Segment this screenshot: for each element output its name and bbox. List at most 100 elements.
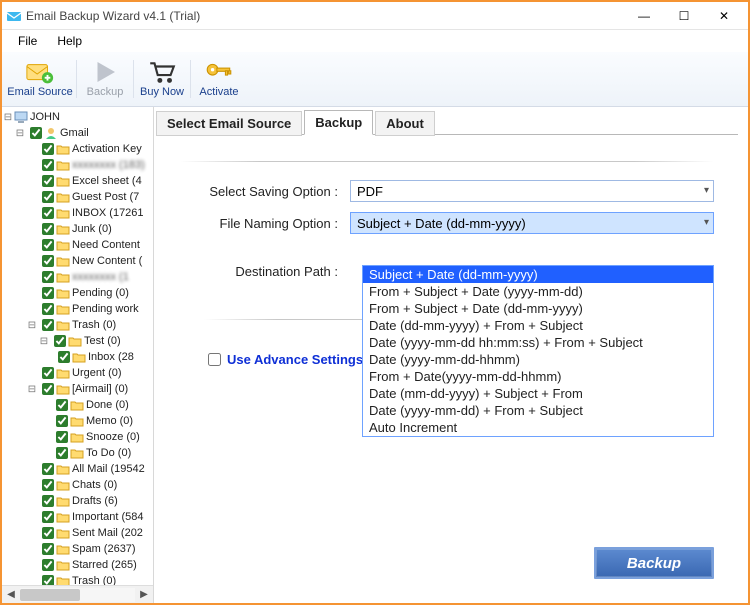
tree-item[interactable]: Memo (0) — [2, 413, 153, 429]
minimize-button[interactable]: — — [624, 3, 664, 29]
menu-file[interactable]: File — [8, 32, 47, 50]
tree-item[interactable]: Drafts (6) — [2, 493, 153, 509]
file-naming-option[interactable]: Auto Increment — [363, 419, 713, 436]
file-naming-option[interactable]: From + Date(yyyy-mm-dd-hhmm) — [363, 368, 713, 385]
file-naming-option[interactable]: From + Subject + Date (dd-mm-yyyy) — [363, 300, 713, 317]
menu-help[interactable]: Help — [47, 32, 92, 50]
file-naming-dropdown[interactable]: Subject + Date (dd-mm-yyyy)From + Subjec… — [362, 265, 714, 437]
tab-backup[interactable]: Backup — [304, 110, 373, 135]
tree-checkbox[interactable] — [42, 191, 54, 203]
tree-checkbox[interactable] — [42, 511, 54, 523]
tree-item[interactable]: Trash (0) — [2, 573, 153, 585]
saving-option-select[interactable]: PDF ▾ — [350, 180, 714, 202]
tree-checkbox[interactable] — [42, 239, 54, 251]
tree-checkbox[interactable] — [42, 319, 54, 331]
collapse-icon[interactable]: ⊟ — [14, 128, 26, 139]
tab-about[interactable]: About — [375, 111, 435, 136]
tree-item[interactable]: Inbox (28 — [2, 349, 153, 365]
file-naming-option[interactable]: Subject + Date (dd-mm-yyyy) — [363, 266, 713, 283]
tree-checkbox[interactable] — [42, 207, 54, 219]
tree-item[interactable]: New Content ( — [2, 253, 153, 269]
tree-checkbox[interactable] — [42, 479, 54, 491]
tree-item[interactable]: Snooze (0) — [2, 429, 153, 445]
tree-checkbox[interactable] — [42, 255, 54, 267]
file-naming-option[interactable]: Date (yyyy-mm-dd hh:mm:ss) + From + Subj… — [363, 334, 713, 351]
tree-checkbox[interactable] — [56, 431, 68, 443]
tree-item[interactable]: Excel sheet (4 — [2, 173, 153, 189]
tree-item[interactable]: ⊟ [Airmail] (0) — [2, 381, 153, 397]
tree-item[interactable]: Junk (0) — [2, 221, 153, 237]
play-icon — [90, 58, 120, 86]
collapse-icon[interactable]: ⊟ — [2, 112, 14, 123]
tree-item[interactable]: Pending (0) — [2, 285, 153, 301]
toolbar-buy-now[interactable]: Buy Now — [134, 56, 190, 102]
tree-checkbox[interactable] — [42, 223, 54, 235]
file-naming-option[interactable]: Date (yyyy-mm-dd) + From + Subject — [363, 402, 713, 419]
maximize-button[interactable]: ☐ — [664, 3, 704, 29]
tree-item[interactable]: Chats (0) — [2, 477, 153, 493]
tree-checkbox[interactable] — [42, 575, 54, 585]
tree-item[interactable]: xxxxxxxx (183) — [2, 157, 153, 173]
tabs: Select Email Source Backup About — [156, 109, 738, 134]
scroll-track[interactable] — [20, 588, 135, 602]
folder-tree[interactable]: ⊟ JOHN ⊟ Gmail Activation Keyxxxxxxxx (1… — [2, 107, 153, 585]
tree-item[interactable]: Pending work — [2, 301, 153, 317]
tree-item[interactable]: Urgent (0) — [2, 365, 153, 381]
tree-checkbox[interactable] — [30, 127, 42, 139]
tree-item[interactable]: All Mail (19542 — [2, 461, 153, 477]
collapse-icon[interactable]: ⊟ — [26, 384, 38, 395]
tree-item[interactable]: INBOX (17261 — [2, 205, 153, 221]
tree-checkbox[interactable] — [56, 415, 68, 427]
tree-checkbox[interactable] — [42, 159, 54, 171]
tab-select-source[interactable]: Select Email Source — [156, 111, 302, 136]
tree-checkbox[interactable] — [54, 335, 66, 347]
tree-checkbox[interactable] — [56, 399, 68, 411]
collapse-icon[interactable]: ⊟ — [38, 336, 50, 347]
scroll-left-icon[interactable]: ◀ — [2, 589, 20, 600]
toolbar-email-source[interactable]: Email Source — [4, 56, 76, 102]
tree-item[interactable]: Sent Mail (202 — [2, 525, 153, 541]
tree-item[interactable]: Important (584 — [2, 509, 153, 525]
tree-checkbox[interactable] — [42, 143, 54, 155]
horizontal-scrollbar[interactable]: ◀ ▶ — [2, 585, 153, 603]
tree-checkbox[interactable] — [42, 287, 54, 299]
tree-item[interactable]: Guest Post (7 — [2, 189, 153, 205]
close-button[interactable]: ✕ — [704, 3, 744, 29]
tree-checkbox[interactable] — [42, 495, 54, 507]
backup-button[interactable]: Backup — [594, 547, 714, 579]
tree-checkbox[interactable] — [42, 543, 54, 555]
tree-checkbox[interactable] — [42, 303, 54, 315]
tree-checkbox[interactable] — [42, 367, 54, 379]
tree-checkbox[interactable] — [42, 463, 54, 475]
file-naming-select[interactable]: Subject + Date (dd-mm-yyyy) ▾ — [350, 212, 714, 234]
tree-item[interactable]: Spam (2637) — [2, 541, 153, 557]
tree-label: Sent Mail (202 — [72, 527, 143, 539]
toolbar-activate[interactable]: Activate — [191, 56, 247, 102]
file-naming-option[interactable]: Date (dd-mm-yyyy) + From + Subject — [363, 317, 713, 334]
tree-checkbox[interactable] — [58, 351, 70, 363]
tree-checkbox[interactable] — [42, 527, 54, 539]
tree-checkbox[interactable] — [56, 447, 68, 459]
tree-item[interactable]: ⊟ Trash (0) — [2, 317, 153, 333]
tree-checkbox[interactable] — [42, 271, 54, 283]
file-naming-option[interactable]: Date (yyyy-mm-dd-hhmm) — [363, 351, 713, 368]
tree-root[interactable]: ⊟ JOHN — [2, 109, 153, 125]
tree-account[interactable]: ⊟ Gmail — [2, 125, 153, 141]
advance-settings-checkbox[interactable] — [208, 353, 221, 366]
tree-item[interactable]: xxxxxxxx (1 — [2, 269, 153, 285]
tree-item[interactable]: Done (0) — [2, 397, 153, 413]
tree-checkbox[interactable] — [42, 175, 54, 187]
file-naming-option[interactable]: Date (mm-dd-yyyy) + Subject + From — [363, 385, 713, 402]
tree-item[interactable]: To Do (0) — [2, 445, 153, 461]
file-naming-option[interactable]: From + Subject + Date (yyyy-mm-dd) — [363, 283, 713, 300]
toolbar-backup[interactable]: Backup — [77, 56, 133, 102]
tree-checkbox[interactable] — [42, 559, 54, 571]
tree-item[interactable]: Need Content — [2, 237, 153, 253]
tree-item[interactable]: Starred (265) — [2, 557, 153, 573]
tree-item[interactable]: ⊟ Test (0) — [2, 333, 153, 349]
scroll-thumb[interactable] — [20, 589, 80, 601]
collapse-icon[interactable]: ⊟ — [26, 320, 38, 331]
tree-item[interactable]: Activation Key — [2, 141, 153, 157]
tree-checkbox[interactable] — [42, 383, 54, 395]
scroll-right-icon[interactable]: ▶ — [135, 589, 153, 600]
